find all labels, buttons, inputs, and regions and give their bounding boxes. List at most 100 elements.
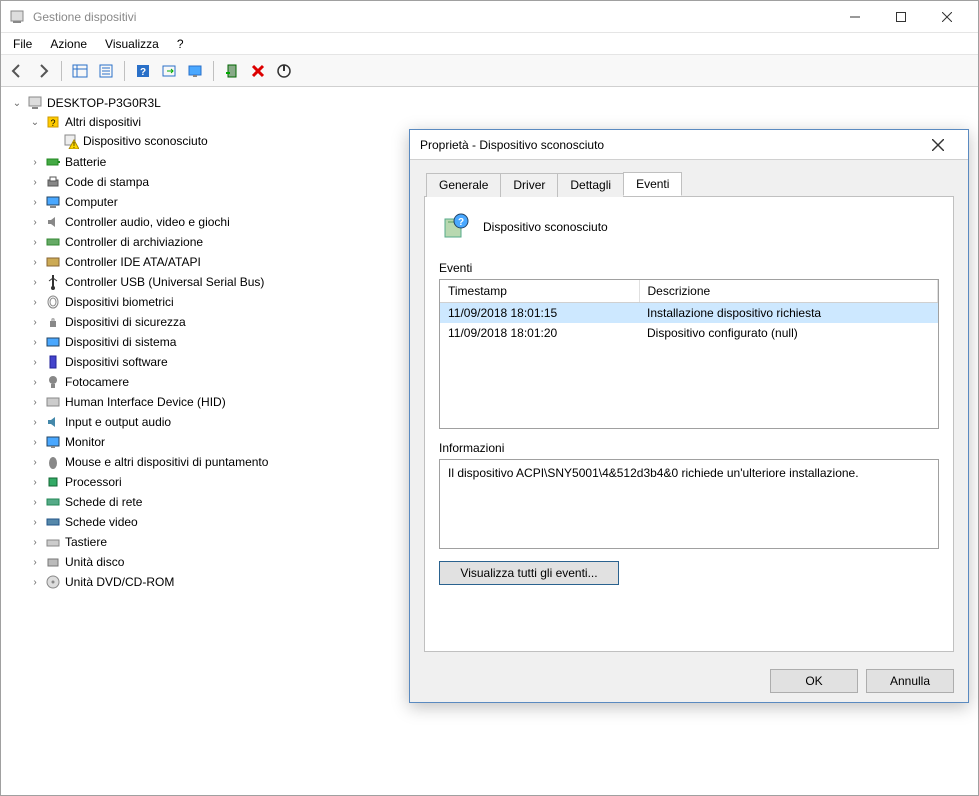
chevron-right-icon[interactable]: › (29, 216, 41, 228)
disable-button[interactable] (272, 59, 296, 83)
event-timestamp: 11/09/2018 18:01:15 (440, 303, 639, 324)
events-list[interactable]: Timestamp Descrizione 11/09/2018 18:01:1… (439, 279, 939, 429)
menu-view[interactable]: Visualizza (97, 35, 167, 53)
tree-label: Controller USB (Universal Serial Bus) (65, 275, 264, 289)
chevron-right-icon[interactable]: › (29, 316, 41, 328)
chevron-right-icon[interactable]: › (29, 176, 41, 188)
usb-icon (45, 274, 61, 290)
chevron-right-icon[interactable]: › (29, 456, 41, 468)
update-driver-button[interactable] (220, 59, 244, 83)
chevron-right-icon[interactable]: › (29, 236, 41, 248)
chevron-right-icon[interactable]: › (29, 356, 41, 368)
event-row[interactable]: 11/09/2018 18:01:15 Installazione dispos… (440, 303, 938, 324)
column-description[interactable]: Descrizione (639, 280, 938, 303)
chevron-right-icon[interactable]: › (29, 576, 41, 588)
chevron-right-icon[interactable]: › (29, 296, 41, 308)
chevron-right-icon[interactable]: › (29, 196, 41, 208)
hid-icon (45, 394, 61, 410)
properties-dialog: Proprietà - Dispositivo sconosciuto Gene… (409, 129, 969, 703)
shield-icon (45, 314, 61, 330)
chevron-right-icon[interactable]: › (29, 536, 41, 548)
chevron-right-icon[interactable]: › (29, 476, 41, 488)
device-name: Dispositivo sconosciuto (483, 220, 608, 234)
menu-file[interactable]: File (5, 35, 40, 53)
menu-action[interactable]: Azione (42, 35, 95, 53)
tab-general[interactable]: Generale (426, 173, 501, 197)
svg-text:?: ? (458, 217, 464, 228)
warning-icon: ! (63, 133, 79, 149)
separator (124, 61, 125, 81)
chevron-right-icon[interactable]: › (29, 276, 41, 288)
computer-icon (45, 194, 61, 210)
tree-label: Computer (65, 195, 118, 209)
separator (213, 61, 214, 81)
event-timestamp: 11/09/2018 18:01:20 (440, 323, 639, 343)
tree-label: Dispositivi software (65, 355, 168, 369)
show-hide-tree-button[interactable] (68, 59, 92, 83)
disk-icon (45, 554, 61, 570)
tab-driver[interactable]: Driver (500, 173, 558, 197)
chevron-right-icon[interactable]: › (29, 396, 41, 408)
scan-button[interactable] (157, 59, 181, 83)
tree-label: Controller IDE ATA/ATAPI (65, 255, 201, 269)
tab-events[interactable]: Eventi (623, 172, 682, 196)
chevron-right-icon[interactable]: › (29, 496, 41, 508)
view-all-events-button[interactable]: Visualizza tutti gli eventi... (439, 561, 619, 585)
printer-icon (45, 174, 61, 190)
column-timestamp[interactable]: Timestamp (440, 280, 639, 303)
dialog-close-button[interactable] (918, 131, 958, 159)
chevron-right-icon[interactable]: › (29, 376, 41, 388)
tree-label: Controller di archiviazione (65, 235, 203, 249)
device-icon: ? (439, 211, 471, 243)
titlebar: Gestione dispositivi (1, 1, 978, 33)
maximize-button[interactable] (878, 1, 924, 33)
dialog-titlebar: Proprietà - Dispositivo sconosciuto (410, 130, 968, 160)
chevron-right-icon[interactable]: › (29, 256, 41, 268)
network-icon (45, 494, 61, 510)
system-icon (45, 334, 61, 350)
chevron-right-icon[interactable]: › (29, 516, 41, 528)
window-controls (832, 1, 970, 33)
monitor-button[interactable] (183, 59, 207, 83)
computer-icon (27, 95, 43, 111)
chevron-down-icon[interactable]: ⌄ (11, 97, 23, 109)
menu-help[interactable]: ? (169, 35, 192, 53)
tree-label: Controller audio, video e giochi (65, 215, 230, 229)
tab-pane-events: ? Dispositivo sconosciuto Eventi Timesta… (424, 197, 954, 652)
monitor-icon (45, 434, 61, 450)
properties-button[interactable] (94, 59, 118, 83)
tree-label: Schede video (65, 515, 138, 529)
chevron-right-icon[interactable]: › (29, 556, 41, 568)
close-button[interactable] (924, 1, 970, 33)
fingerprint-icon (45, 294, 61, 310)
forward-button[interactable] (31, 59, 55, 83)
back-button[interactable] (5, 59, 29, 83)
battery-icon (45, 154, 61, 170)
mouse-icon (45, 454, 61, 470)
tab-strip: Generale Driver Dettagli Eventi (424, 172, 954, 197)
chevron-right-icon[interactable]: › (29, 336, 41, 348)
other-devices-icon: ? (45, 114, 61, 130)
help-button[interactable]: ? (131, 59, 155, 83)
tree-label: Tastiere (65, 535, 107, 549)
processor-icon (45, 474, 61, 490)
chevron-right-icon[interactable]: › (29, 156, 41, 168)
tab-details[interactable]: Dettagli (557, 173, 624, 197)
tree-label: Monitor (65, 435, 105, 449)
tree-root[interactable]: ⌄ DESKTOP-P3G0R3L (9, 94, 970, 112)
minimize-button[interactable] (832, 1, 878, 33)
chevron-right-icon[interactable]: › (29, 416, 41, 428)
event-row[interactable]: 11/09/2018 18:01:20 Dispositivo configur… (440, 323, 938, 343)
tree-label: Altri dispositivi (65, 115, 141, 129)
svg-text:!: ! (73, 141, 75, 149)
svg-text:?: ? (50, 118, 55, 128)
toolbar: ? (1, 55, 978, 87)
tree-label: Input e output audio (65, 415, 171, 429)
chevron-down-icon[interactable]: ⌄ (29, 116, 41, 128)
chevron-right-icon[interactable]: › (29, 436, 41, 448)
uninstall-button[interactable] (246, 59, 270, 83)
separator (61, 61, 62, 81)
ok-button[interactable]: OK (770, 669, 858, 693)
info-textarea[interactable]: Il dispositivo ACPI\SNY5001\4&512d3b4&0 … (439, 459, 939, 549)
cancel-button[interactable]: Annulla (866, 669, 954, 693)
